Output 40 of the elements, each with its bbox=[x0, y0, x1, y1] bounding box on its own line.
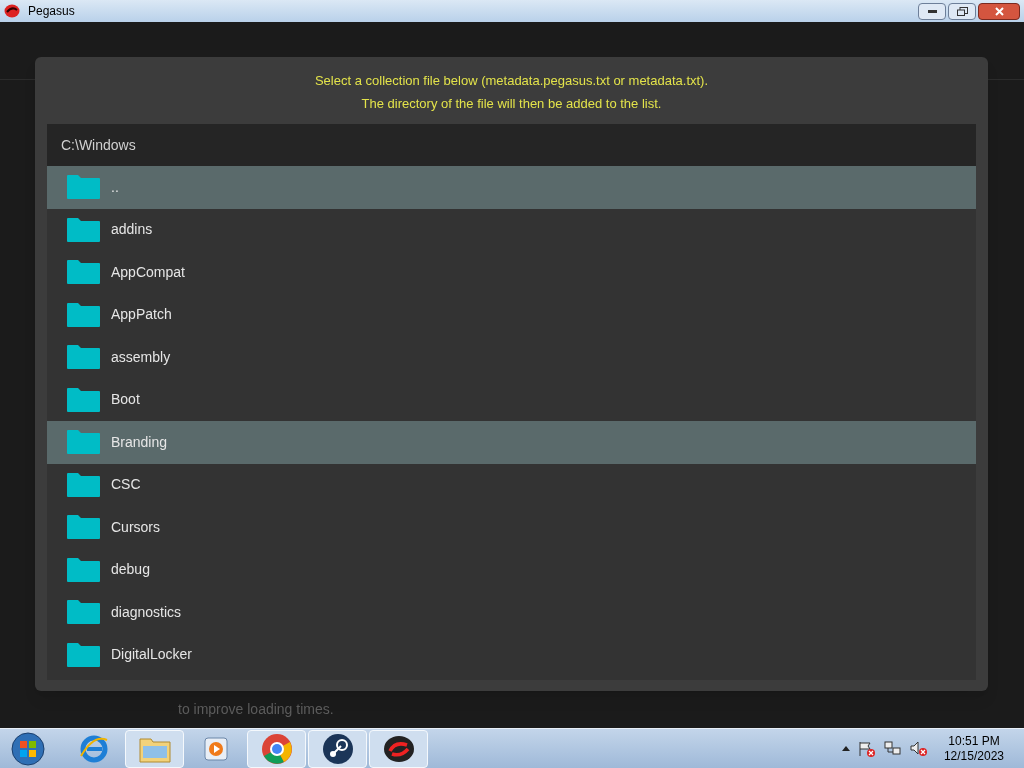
folder-icon bbox=[67, 217, 100, 242]
folder-icon bbox=[67, 345, 100, 370]
media-player-icon bbox=[202, 734, 229, 763]
clock-date[interactable]: 12/15/2023 bbox=[943, 748, 1004, 764]
folder-icon bbox=[67, 175, 100, 200]
minimize-icon bbox=[927, 9, 937, 13]
close-icon bbox=[994, 6, 1004, 16]
network-icon[interactable] bbox=[883, 740, 902, 757]
taskbar-app-button[interactable] bbox=[308, 729, 367, 768]
steam-icon bbox=[321, 732, 354, 765]
app-logo-icon bbox=[4, 4, 20, 18]
folder-icon bbox=[67, 557, 100, 582]
restore-button[interactable] bbox=[948, 2, 976, 20]
instruction-text: Select a collection file below (metadata.pegasus.txt or metadata.txt). bbox=[314, 72, 709, 90]
restore-icon bbox=[956, 6, 968, 16]
setting-description: to improve loading times. bbox=[178, 700, 334, 718]
folder-row[interactable]: Branding bbox=[47, 421, 976, 464]
muted-speaker-icon[interactable] bbox=[909, 740, 928, 757]
start-orb-icon bbox=[11, 731, 45, 766]
folder-icon bbox=[67, 260, 100, 285]
folder-icon bbox=[67, 387, 100, 412]
browser-icon bbox=[78, 733, 109, 764]
instruction-text: The directory of the file will then be added to the list. bbox=[361, 94, 662, 113]
folder-row[interactable]: .. bbox=[47, 166, 976, 209]
folder-icon bbox=[67, 430, 100, 455]
minimize-button[interactable] bbox=[918, 2, 946, 20]
folder-icon bbox=[67, 302, 100, 327]
folder-icon bbox=[67, 642, 100, 667]
pegasus-logo-icon bbox=[382, 734, 415, 763]
folder-icon bbox=[67, 600, 100, 625]
folder-icon bbox=[67, 515, 100, 540]
show-hidden-icons-icon[interactable] bbox=[841, 746, 850, 751]
taskbar-app-button[interactable] bbox=[369, 729, 428, 768]
clock-time[interactable]: 10:51 PM bbox=[948, 733, 1000, 749]
close-button[interactable] bbox=[978, 2, 1020, 20]
chrome-icon bbox=[260, 732, 293, 765]
folder-icon bbox=[67, 472, 100, 497]
window-title: Pegasus bbox=[28, 3, 75, 20]
flag-icon[interactable] bbox=[857, 740, 876, 757]
current-path: C:\Windows bbox=[61, 135, 136, 155]
